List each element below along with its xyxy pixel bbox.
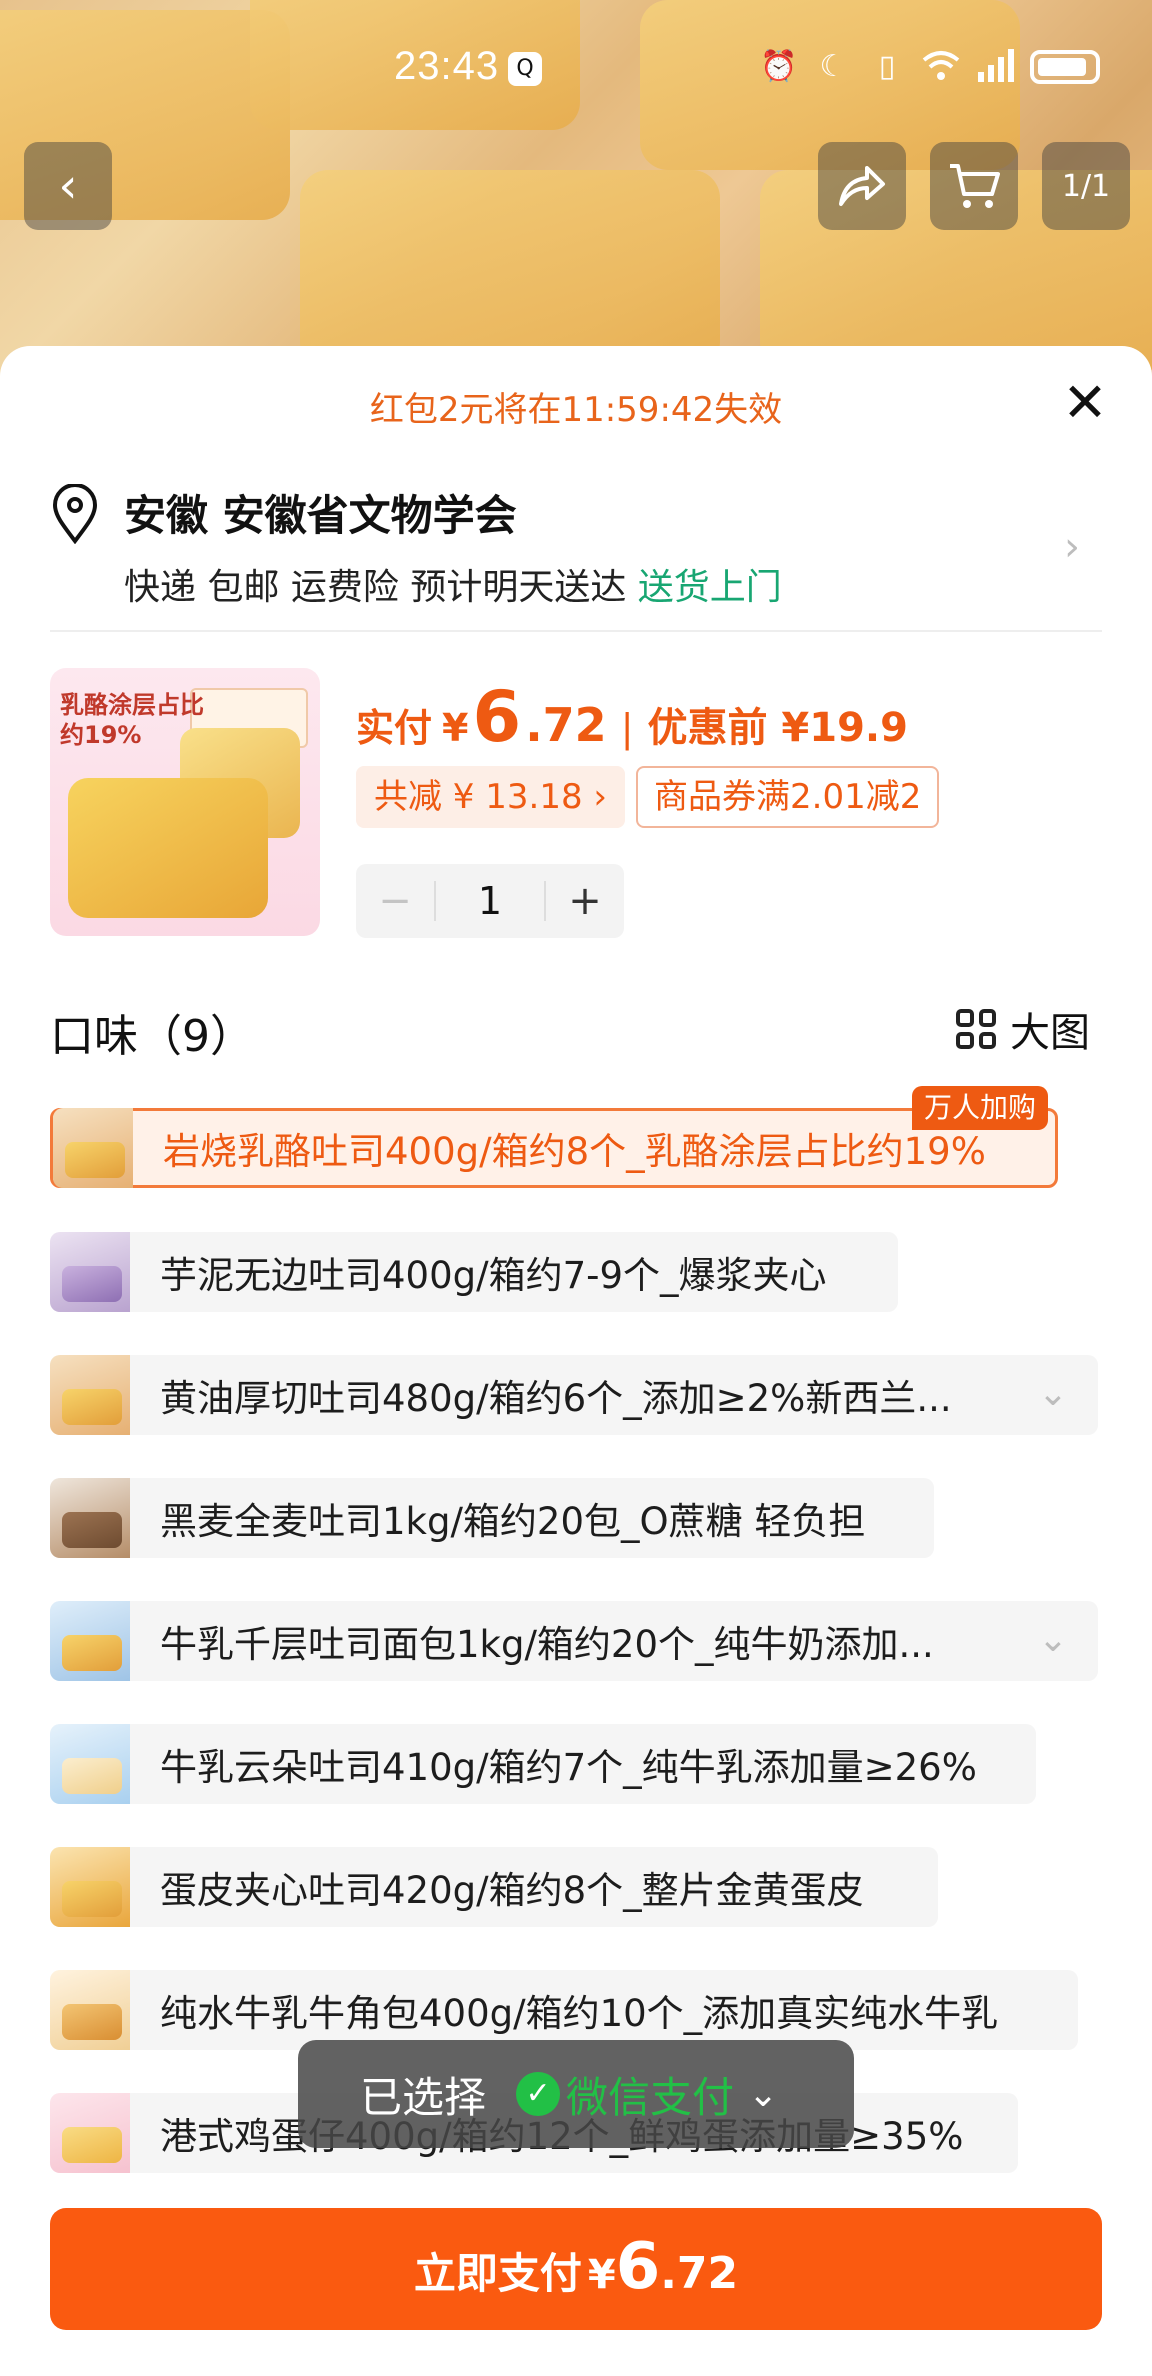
big-view-label: 大图 — [1010, 1010, 1090, 1056]
pay-currency: ¥ — [587, 2252, 616, 2298]
signal-icon — [976, 48, 1014, 86]
flavor-thumbnail — [50, 1970, 130, 2050]
vibrate-icon: ▯ — [878, 49, 896, 84]
flavor-option[interactable]: 纯水牛乳牛角包400g/箱约10个_添加真实纯水牛乳 — [50, 1970, 1078, 2050]
pay-price-integer: 6 — [615, 2230, 661, 2304]
increase-button[interactable]: + — [546, 878, 624, 924]
flavor-option-label: 牛乳云朵吐司410g/箱约7个_纯牛乳添加量≥26% — [160, 1746, 977, 1789]
flavor-thumbnail — [50, 1724, 130, 1804]
hot-badge: 万人加购 — [912, 1086, 1049, 1130]
flavor-option[interactable]: 牛乳云朵吐司410g/箱约7个_纯牛乳添加量≥26% — [50, 1724, 1036, 1804]
share-button[interactable] — [818, 142, 906, 230]
payment-method-label: 微信支付 — [566, 2072, 735, 2122]
flavor-thumbnail — [50, 1847, 130, 1927]
share-icon — [839, 166, 885, 206]
price-integer: 6 — [472, 676, 522, 758]
status-time: 23:43 — [394, 44, 500, 88]
delivery-highlight: 送货上门 — [637, 567, 782, 608]
original-price: 优惠前 ¥19.9 — [647, 705, 908, 751]
price-line: 实付 ¥ 6 .72 | 优惠前 ¥19.9 — [356, 676, 908, 758]
discount-tag[interactable]: 共减 ¥ 13.18 › — [356, 766, 625, 828]
chevron-double-down-icon: ⌄ — [748, 2073, 779, 2115]
coupon-tag: 商品券满2.01减2 — [636, 766, 940, 828]
alarm-icon: ⏰ — [760, 49, 798, 84]
pay-label: 实付 — [356, 706, 433, 750]
close-icon: ✕ — [1062, 371, 1108, 434]
flavor-thumbnail — [50, 1478, 130, 1558]
address-title[interactable]: 安徽 安徽省文物学会 — [124, 482, 517, 543]
image-counter: 1/1 — [1042, 142, 1130, 230]
toast-image-tile — [300, 170, 720, 370]
flavor-option-label: 黄油厚切吐司480g/箱约6个_添加≥2%新西兰... — [160, 1377, 952, 1420]
flavor-option[interactable]: 芋泥无边吐司400g/箱约7-9个_爆浆夹心 — [50, 1232, 898, 1312]
chevron-down-icon[interactable]: ⌄ — [1038, 1373, 1068, 1414]
pay-now-label: 立即支付 — [413, 2249, 582, 2298]
pay-price-decimal: .72 — [660, 2248, 739, 2299]
cart-button[interactable] — [930, 142, 1018, 230]
price-decimal: .72 — [525, 698, 607, 752]
pay-now-button[interactable]: 立即支付 ¥ 6 .72 — [50, 2208, 1102, 2330]
flavor-thumbnail — [50, 1232, 130, 1312]
delivery-text: 快递 包邮 运费险 预计明天送达 — [124, 567, 627, 608]
thumbnail-label: 乳酪涂层占比 约19% — [60, 690, 204, 750]
flavor-section-title: 口味（9） — [50, 1011, 254, 1062]
chevron-left-icon: ‹ — [58, 158, 78, 214]
currency-symbol: ¥ — [442, 706, 469, 750]
flavor-option[interactable]: 黄油厚切吐司480g/箱约6个_添加≥2%新西兰... ⌄ — [50, 1355, 1098, 1435]
flavor-option[interactable]: 黑麦全麦吐司1kg/箱约20包_O蔗糖 轻负担 — [50, 1478, 934, 1558]
big-view-toggle[interactable]: 大图 — [956, 1000, 1090, 1058]
payment-method-toast[interactable]: 已选择 ✓ 微信支付 ⌄ — [298, 2040, 854, 2148]
flavor-option-label: 岩烧乳酪吐司400g/箱约8个_乳酪涂层占比约19% — [163, 1130, 986, 1173]
close-button[interactable]: ✕ — [1054, 372, 1116, 434]
flavor-option-label: 芋泥无边吐司400g/箱约7-9个_爆浆夹心 — [160, 1254, 827, 1297]
selected-label: 已选择 — [360, 2072, 487, 2122]
chevron-down-icon[interactable]: ⌄ — [1038, 1619, 1068, 1660]
product-thumbnail[interactable]: 乳酪涂层占比 约19% — [50, 668, 320, 936]
divider — [50, 630, 1102, 632]
flavor-option[interactable]: 岩烧乳酪吐司400g/箱约8个_乳酪涂层占比约19% — [50, 1108, 1058, 1188]
quantity-stepper: − 1 + — [356, 864, 624, 938]
moon-icon: ☾ — [819, 49, 847, 84]
toast-piece-image — [68, 778, 268, 918]
flavor-option[interactable]: 牛乳千层吐司面包1kg/箱约20个_纯牛奶添加... ⌄ — [50, 1601, 1098, 1681]
flavor-thumbnail — [50, 1601, 130, 1681]
image-counter-text: 1/1 — [1061, 168, 1111, 204]
thumbnail-label-line2: 约19% — [60, 721, 142, 749]
delivery-info: 快递 包邮 运费险 预计明天送达 送货上门 — [124, 558, 782, 610]
flavor-thumbnail — [50, 1355, 130, 1435]
flavor-option-label: 蛋皮夹心吐司420g/箱约8个_整片金黄蛋皮 — [160, 1869, 864, 1912]
battery-icon — [1030, 50, 1100, 84]
red-packet-banner: 红包2元将在11:59:42失效 — [369, 390, 783, 430]
quantity-value[interactable]: 1 — [434, 881, 546, 921]
flavor-option-label: 牛乳千层吐司面包1kg/箱约20个_纯牛奶添加... — [160, 1623, 934, 1666]
price-separator: | — [620, 706, 634, 750]
wifi-icon — [922, 48, 960, 86]
status-icons: ⏰ ☾ ▯ — [760, 48, 1100, 86]
status-bar: 23:43 Q ⏰ ☾ ▯ — [0, 40, 1152, 100]
flavor-option-label: 纯水牛乳牛角包400g/箱约10个_添加真实纯水牛乳 — [160, 1992, 999, 2035]
address-chevron-right-icon[interactable]: › — [1064, 524, 1080, 570]
flavor-option-label: 黑麦全麦吐司1kg/箱约20包_O蔗糖 轻负担 — [160, 1500, 866, 1543]
flavor-thumbnail — [50, 2093, 130, 2173]
qq-notification-icon: Q — [508, 52, 542, 86]
grid-icon — [956, 1009, 996, 1049]
flavor-option[interactable]: 蛋皮夹心吐司420g/箱约8个_整片金黄蛋皮 — [50, 1847, 938, 1927]
decrease-button[interactable]: − — [356, 878, 434, 924]
location-pin-icon — [52, 484, 98, 544]
wechat-check-icon: ✓ — [516, 2072, 561, 2116]
flavor-thumbnail — [53, 1108, 133, 1188]
thumbnail-label-line1: 乳酪涂层占比 — [60, 691, 204, 719]
back-button[interactable]: ‹ — [24, 142, 112, 230]
cart-icon — [950, 164, 1000, 208]
